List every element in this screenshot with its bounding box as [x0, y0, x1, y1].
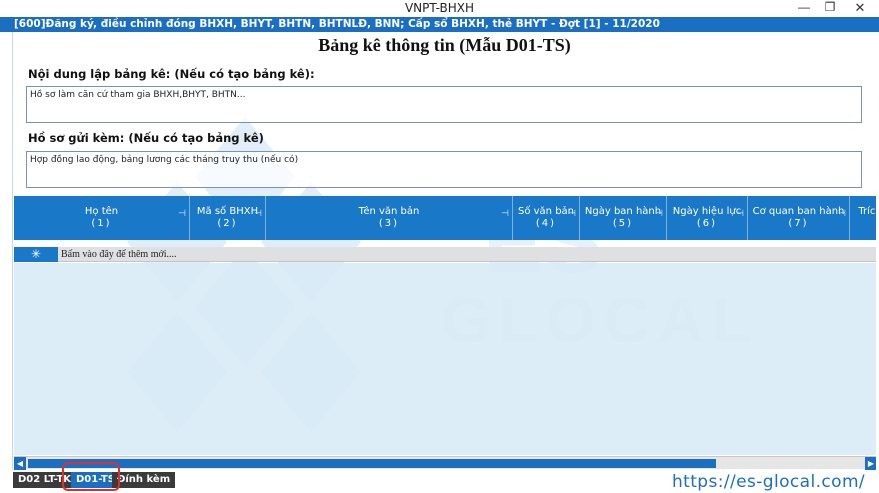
scroll-right-arrow-icon[interactable]: ▶	[865, 457, 876, 470]
pin-icon[interactable]: ⊣	[655, 209, 663, 219]
scroll-left-arrow-icon[interactable]: ◀	[14, 457, 26, 470]
pin-icon[interactable]: ⊣	[178, 209, 186, 219]
column-header-co-quan-ban-hanh[interactable]: Cơ quan ban hành (7) ⊣	[748, 196, 850, 240]
site-url-watermark: https://es-glocal.com/	[672, 472, 866, 492]
pin-icon[interactable]: ⊣	[254, 209, 262, 219]
page-title: Bảng kê thông tin (Mẫu D01-TS)	[318, 35, 571, 55]
close-button[interactable]: ✕	[846, 0, 874, 17]
window-titlebar: VNPT-BHXH — ❐ ✕	[0, 0, 879, 17]
column-header-ho-ten[interactable]: Họ tên (1) ⊣	[14, 196, 190, 240]
column-header-trich[interactable]: Trích	[850, 196, 876, 240]
pin-icon[interactable]: ⊣	[501, 209, 509, 219]
pin-icon[interactable]: ⊣	[736, 209, 744, 219]
column-header-ngay-ban-hanh[interactable]: Ngày ban hành (5) ⊣	[580, 196, 667, 240]
attached-docs-textbox[interactable]: Hợp đồng lao động, bảng lương các tháng …	[26, 151, 862, 188]
attached-docs-label: Hồ sơ gửi kèm: (Nếu có tạo bảng kê)	[28, 131, 264, 145]
grid-header: Họ tên (1) ⊣ Mã số BHXH (2) ⊣ Tên văn bả…	[14, 196, 876, 240]
column-header-ten-van-ban[interactable]: Tên văn bản (3) ⊣	[266, 196, 513, 240]
minimize-button[interactable]: —	[790, 0, 818, 17]
add-new-row-hint[interactable]: Bấm vào đây để thêm mới....	[61, 247, 177, 262]
column-header-ma-so-bhxh[interactable]: Mã số BHXH (2) ⊣	[190, 196, 266, 240]
pin-icon[interactable]: ⊣	[838, 209, 846, 219]
column-header-ngay-hieu-luc[interactable]: Ngày hiệu lực (6) ⊣	[667, 196, 748, 240]
pin-icon[interactable]: ⊣	[568, 209, 576, 219]
form-header-title: [600]Đăng ký, điều chỉnh đóng BHXH, BHYT…	[14, 18, 660, 30]
content-textbox[interactable]: Hồ sơ làm căn cứ tham gia BHXH,BHYT, BHT…	[26, 86, 862, 123]
add-new-row[interactable]: ✳ Bấm vào đây để thêm mới....	[14, 247, 876, 262]
scrollbar-thumb[interactable]	[28, 459, 716, 468]
column-header-so-van-ban[interactable]: Số văn bản (4) ⊣	[513, 196, 580, 240]
content-label: Nội dung lập bảng kê: (Nếu có tạo bảng k…	[28, 67, 315, 81]
maximize-button[interactable]: ❐	[816, 0, 844, 17]
tab-dinh-kem[interactable]: Đính kèm	[112, 472, 176, 488]
window-title: VNPT-BHXH	[404, 1, 475, 15]
grid-body[interactable]	[14, 263, 876, 455]
new-row-icon: ✳	[14, 247, 58, 262]
form-content: ES GLOCAL Bảng kê thông tin (Mẫu D01-TS)…	[12, 32, 876, 470]
form-header-bar: [600]Đăng ký, điều chỉnh đóng BHXH, BHYT…	[0, 17, 879, 32]
horizontal-scrollbar[interactable]: ◀ ▶	[14, 456, 876, 470]
